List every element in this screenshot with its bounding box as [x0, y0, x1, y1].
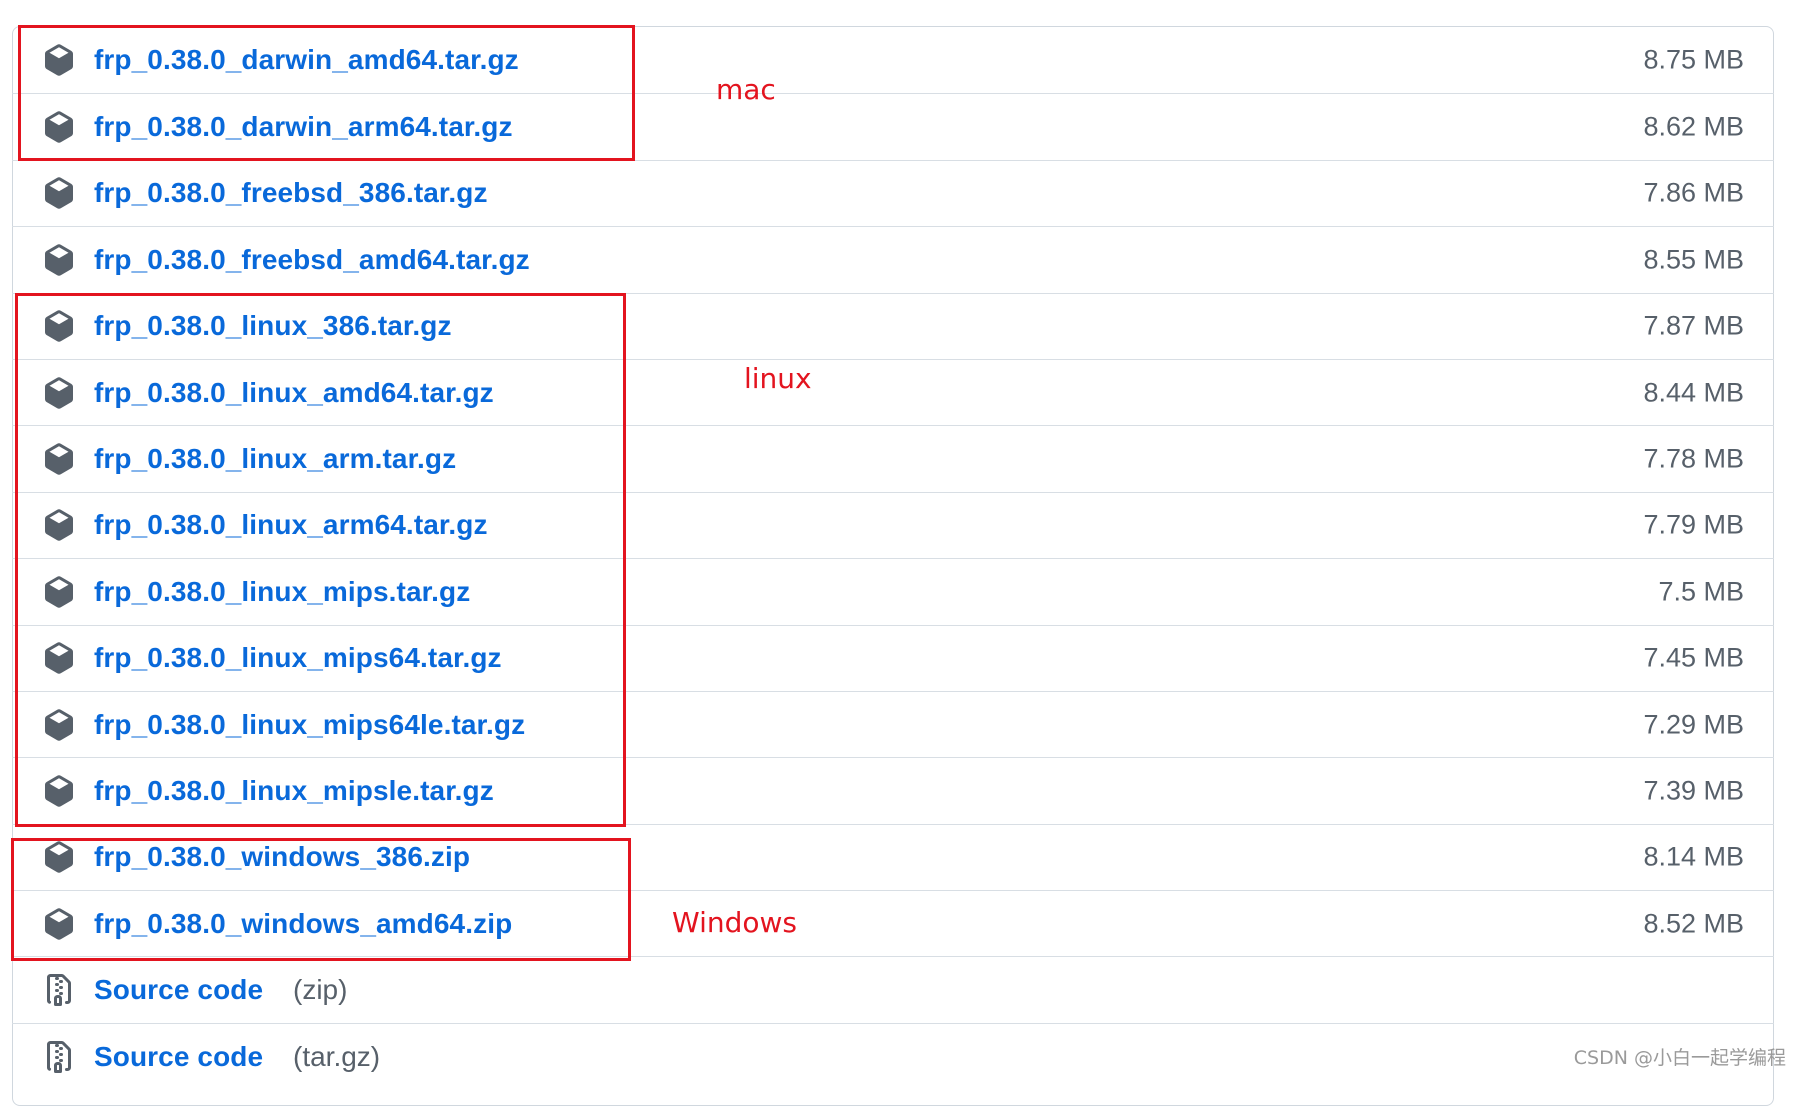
- asset-row: frp_0.38.0_darwin_arm64.tar.gz 8.62 MB: [12, 93, 1774, 159]
- package-icon: [43, 443, 75, 475]
- asset-download-link[interactable]: frp_0.38.0_linux_386.tar.gz: [94, 310, 452, 342]
- package-icon: [43, 310, 75, 342]
- watermark: CSDN @小白一起学编程: [1573, 1047, 1786, 1069]
- asset-size: 7.86 MB: [1643, 177, 1744, 208]
- source-code-row: Source code (zip): [12, 956, 1774, 1022]
- package-icon: [43, 376, 75, 409]
- asset-row: frp_0.38.0_linux_arm64.tar.gz 7.79 MB: [12, 491, 1774, 558]
- asset-download-link[interactable]: frp_0.38.0_darwin_amd64.tar.gz: [94, 44, 519, 76]
- asset-row: frp_0.38.0_linux_386.tar.gz 7.87 MB: [12, 292, 1774, 359]
- asset-row: frp_0.38.0_linux_mips64le.tar.gz 7.29 MB: [12, 690, 1774, 757]
- package-icon: [43, 576, 75, 608]
- asset-size: 7.29 MB: [1643, 709, 1744, 740]
- asset-row: frp_0.38.0_linux_mipsle.tar.gz 7.39 MB: [12, 757, 1774, 823]
- asset-size: 8.62 MB: [1643, 111, 1744, 142]
- asset-row: frp_0.38.0_linux_arm.tar.gz 7.78 MB: [12, 425, 1774, 491]
- package-icon: [43, 908, 75, 940]
- file-zip-icon: [43, 1040, 75, 1073]
- package-icon: [43, 708, 75, 741]
- package-icon: [43, 111, 75, 143]
- asset-row: frp_0.38.0_linux_amd64.tar.gz 8.44 MB: [12, 358, 1774, 425]
- release-assets-list: frp_0.38.0_darwin_amd64.tar.gz 8.75 MB f…: [12, 27, 1774, 1089]
- asset-download-link[interactable]: frp_0.38.0_linux_arm.tar.gz: [94, 443, 456, 475]
- mac-annotation-label: mac: [716, 73, 776, 106]
- package-icon: [43, 177, 75, 210]
- asset-download-link[interactable]: frp_0.38.0_linux_amd64.tar.gz: [94, 377, 494, 409]
- asset-row: frp_0.38.0_linux_mips.tar.gz 7.5 MB: [12, 558, 1774, 624]
- asset-size: 8.14 MB: [1643, 841, 1744, 872]
- linux-annotation-label: linux: [744, 362, 812, 395]
- asset-size: 8.52 MB: [1643, 908, 1744, 939]
- source-code-format: (tar.gz): [293, 1040, 381, 1072]
- source-code-format: (zip): [293, 974, 348, 1006]
- asset-size: 8.55 MB: [1643, 244, 1744, 275]
- asset-download-link[interactable]: frp_0.38.0_linux_mips.tar.gz: [94, 576, 470, 608]
- asset-size: 7.87 MB: [1643, 310, 1744, 341]
- asset-download-link[interactable]: frp_0.38.0_windows_amd64.zip: [94, 908, 512, 940]
- package-icon: [43, 775, 75, 807]
- asset-size: 8.75 MB: [1643, 44, 1744, 75]
- package-icon: [43, 244, 75, 276]
- asset-size: 7.78 MB: [1643, 443, 1744, 474]
- asset-download-link[interactable]: frp_0.38.0_freebsd_amd64.tar.gz: [94, 244, 530, 276]
- package-icon: [43, 44, 75, 76]
- asset-download-link[interactable]: frp_0.38.0_linux_arm64.tar.gz: [94, 509, 488, 541]
- windows-annotation-label: Windows: [672, 906, 797, 939]
- asset-row: frp_0.38.0_windows_amd64.zip 8.52 MB: [12, 890, 1774, 956]
- asset-download-link[interactable]: frp_0.38.0_linux_mipsle.tar.gz: [94, 775, 494, 807]
- asset-size: 7.5 MB: [1658, 576, 1744, 607]
- package-icon: [43, 841, 75, 874]
- source-code-targz-link[interactable]: Source code: [94, 1041, 263, 1073]
- asset-size: 7.39 MB: [1643, 775, 1744, 806]
- source-code-zip-link[interactable]: Source code: [94, 974, 263, 1006]
- asset-size: 7.45 MB: [1643, 642, 1744, 673]
- asset-download-link[interactable]: frp_0.38.0_linux_mips64le.tar.gz: [94, 709, 525, 741]
- package-icon: [43, 509, 75, 542]
- asset-download-link[interactable]: frp_0.38.0_freebsd_386.tar.gz: [94, 177, 488, 209]
- asset-row: frp_0.38.0_windows_386.zip 8.14 MB: [12, 823, 1774, 890]
- asset-size: 8.44 MB: [1643, 377, 1744, 408]
- package-icon: [43, 642, 75, 674]
- file-zip-icon: [43, 974, 75, 1007]
- source-code-row: Source code (tar.gz): [12, 1022, 1774, 1089]
- asset-download-link[interactable]: frp_0.38.0_darwin_arm64.tar.gz: [94, 111, 513, 143]
- asset-row: frp_0.38.0_freebsd_386.tar.gz 7.86 MB: [12, 159, 1774, 226]
- asset-size: 7.79 MB: [1643, 509, 1744, 540]
- asset-row: frp_0.38.0_darwin_amd64.tar.gz 8.75 MB: [12, 27, 1774, 93]
- asset-row: frp_0.38.0_freebsd_amd64.tar.gz 8.55 MB: [12, 226, 1774, 292]
- asset-download-link[interactable]: frp_0.38.0_windows_386.zip: [94, 841, 470, 873]
- asset-download-link[interactable]: frp_0.38.0_linux_mips64.tar.gz: [94, 642, 502, 674]
- asset-row: frp_0.38.0_linux_mips64.tar.gz 7.45 MB: [12, 624, 1774, 691]
